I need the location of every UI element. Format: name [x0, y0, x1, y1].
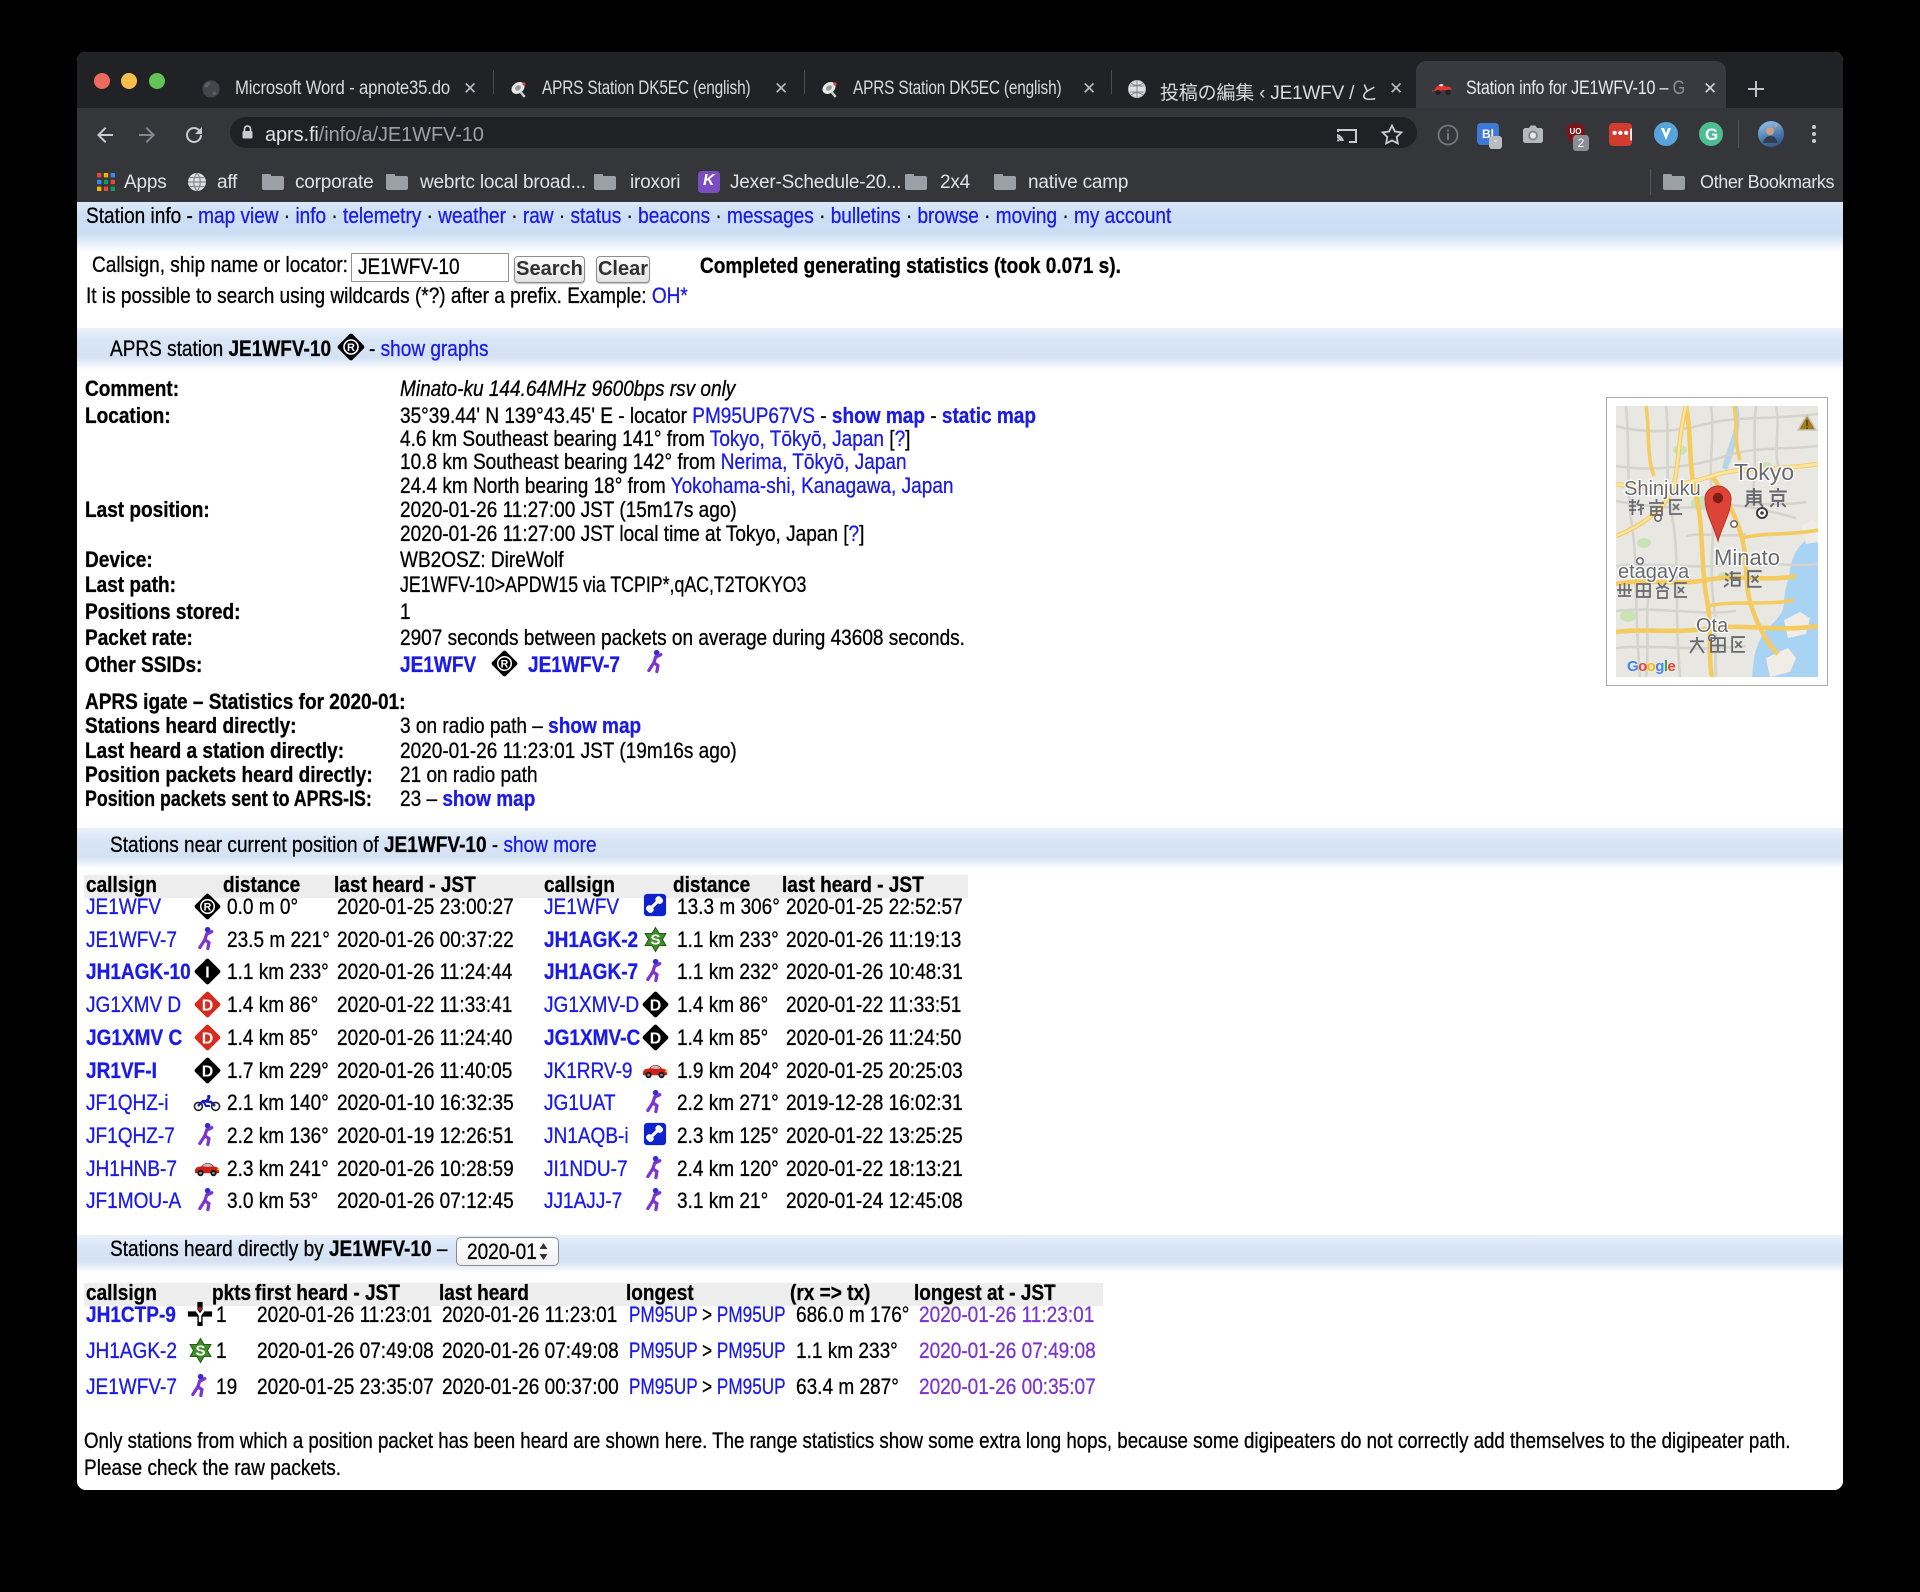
svg-text:Tokyo: Tokyo [1734, 459, 1794, 485]
svg-text:Shinjuku: Shinjuku [1624, 478, 1701, 500]
svg-text:Ota: Ota [1696, 615, 1729, 637]
svg-text:etagaya: etagaya [1618, 561, 1690, 583]
svg-text:Google: Google [1627, 658, 1675, 675]
svg-text:Minato: Minato [1714, 545, 1780, 570]
